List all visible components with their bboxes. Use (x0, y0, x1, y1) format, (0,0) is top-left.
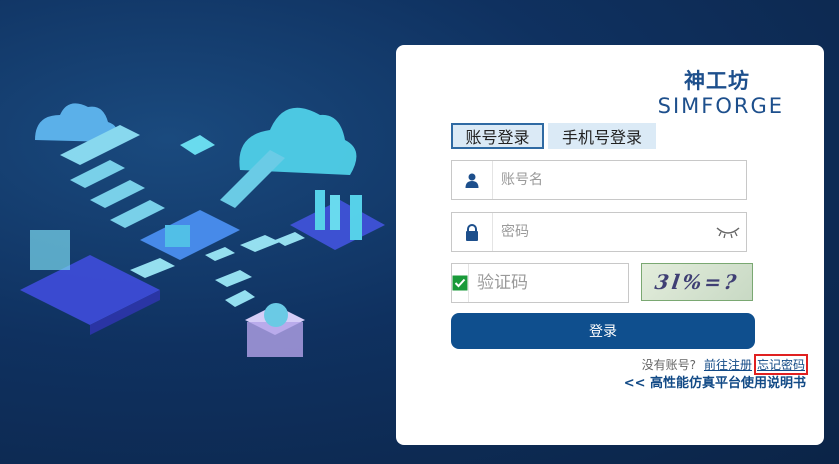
captcha-field (451, 263, 698, 303)
isometric-illustration (20, 103, 385, 357)
no-account-text: 没有账号? (641, 358, 696, 372)
password-input[interactable] (493, 212, 710, 252)
eye-closed-icon[interactable] (710, 225, 746, 239)
brand-name-en: SIMFORGE (657, 94, 784, 118)
lock-icon (452, 213, 493, 251)
captcha-text: 3l%=? (653, 270, 741, 294)
username-input[interactable] (493, 160, 746, 200)
username-field (451, 160, 747, 200)
brand-logo: 神工坊 SIMFORGE (584, 65, 784, 118)
captcha-image[interactable]: 3l%=? (641, 263, 753, 301)
checkbox-icon (452, 264, 469, 302)
register-link[interactable]: 前往注册 (704, 356, 752, 373)
brand-name-cn: 神工坊 (684, 69, 750, 93)
password-field (451, 212, 747, 252)
user-icon (452, 161, 493, 199)
tab-phone-login[interactable]: 手机号登录 (548, 123, 656, 149)
login-button[interactable]: 登录 (451, 313, 755, 349)
user-manual-link[interactable]: << 高性能仿真平台使用说明书 (624, 372, 806, 391)
tab-account-login[interactable]: 账号登录 (451, 123, 544, 149)
login-card: 神工坊 SIMFORGE 账号登录 手机号登录 账号名 验证码 3l%=? 登录… (396, 45, 824, 445)
